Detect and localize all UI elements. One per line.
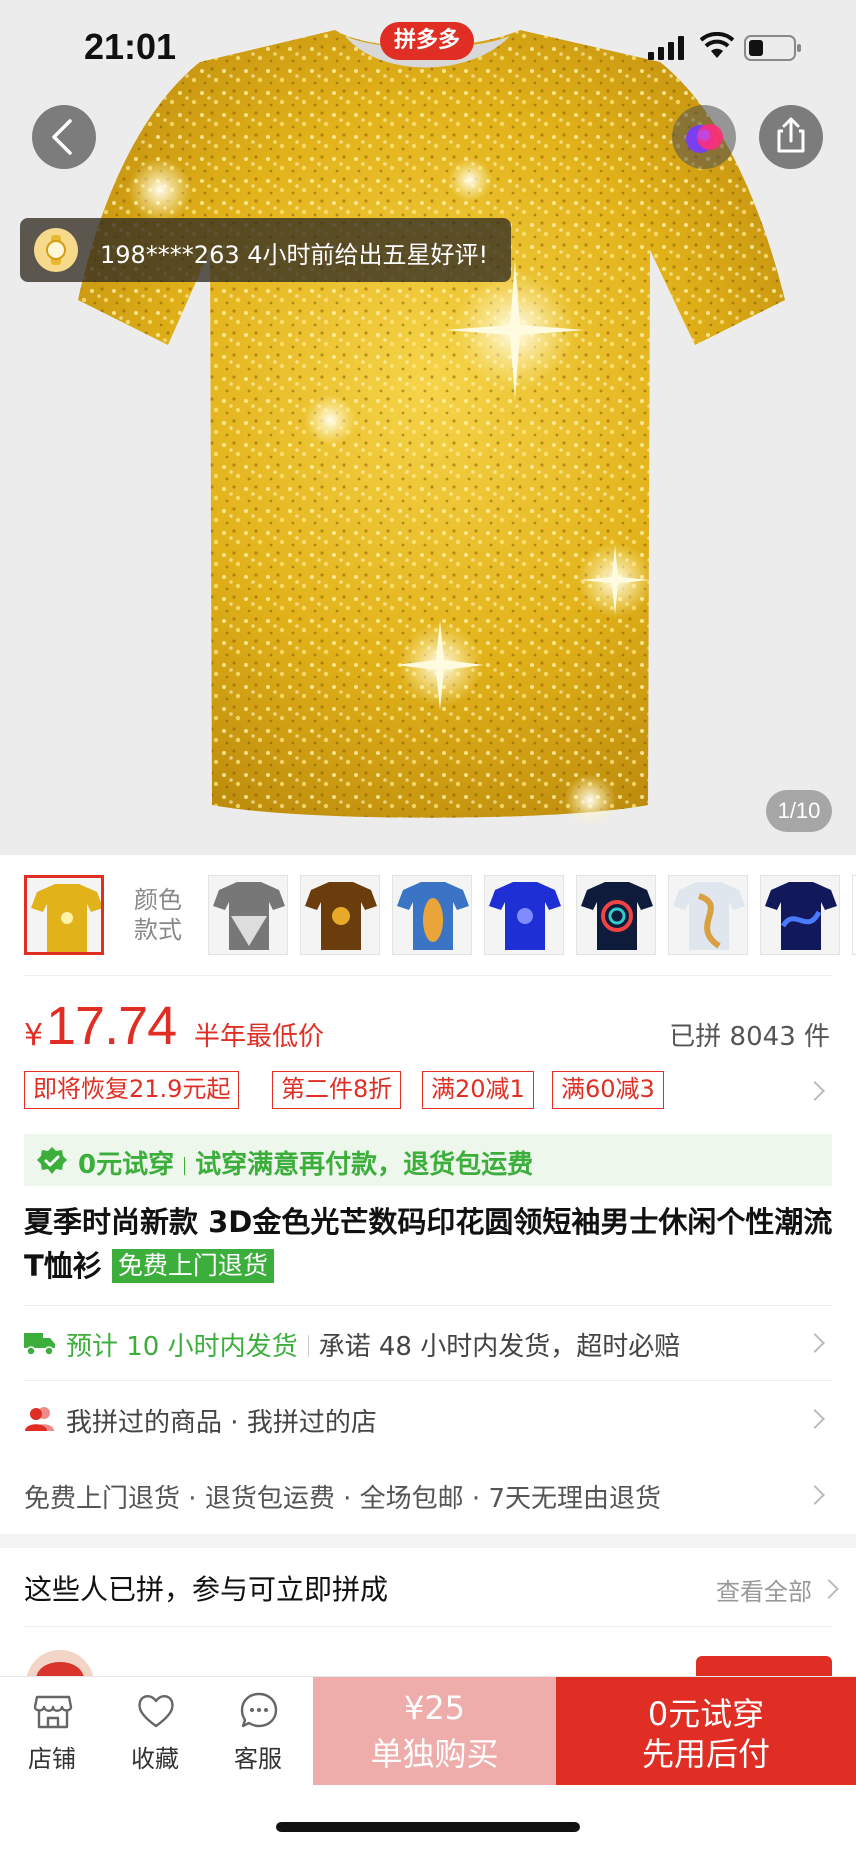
chat-icon bbox=[240, 1692, 278, 1728]
chevron-left-icon bbox=[52, 119, 72, 155]
product-title: 夏季时尚新款 3D金色光芒数码印花圆领短袖男士休闲个性潮流T恤衫 免费上门退货 bbox=[24, 1200, 834, 1288]
status-time: 21:01 bbox=[84, 26, 177, 67]
trial-desc: 试穿满意再付款，退货包运费 bbox=[195, 1150, 534, 1180]
cellular-signal-icon bbox=[648, 36, 684, 60]
tab-favorite[interactable]: 收藏 bbox=[105, 1677, 205, 1785]
variant-thumb-gold-dark[interactable] bbox=[300, 875, 380, 955]
variant-thumb-silver[interactable] bbox=[208, 875, 288, 955]
variant-thumb-blue[interactable] bbox=[484, 875, 564, 955]
service-item: 7天无理由退货 bbox=[488, 1484, 661, 1514]
tab-store[interactable]: 店铺 bbox=[2, 1677, 102, 1785]
home-indicator[interactable] bbox=[276, 1822, 580, 1832]
badge-check-icon bbox=[37, 1147, 67, 1174]
chevron-right-icon[interactable] bbox=[805, 1081, 825, 1101]
product-image-carousel[interactable]: 21:01 拼多多 198****263 4小时前给出五星好评! 1/10 bbox=[0, 0, 856, 855]
service-item: 免费上门退货 bbox=[24, 1484, 181, 1514]
mini-game-button[interactable] bbox=[672, 105, 736, 169]
promo-tag[interactable]: 即将恢复21.9元起 bbox=[24, 1071, 240, 1109]
truck-icon bbox=[24, 1333, 55, 1356]
promo-tag[interactable]: 第二件8折 bbox=[272, 1071, 402, 1109]
shipping-row[interactable]: 预计 10 小时内发货 承诺 48 小时内发货，超时必赔 bbox=[24, 1306, 832, 1380]
divider bbox=[24, 975, 832, 976]
shipping-estimate: 预计 10 小时内发货 bbox=[66, 1332, 298, 1362]
image-counter: 1/10 bbox=[766, 790, 832, 832]
variant-thumb-abstract[interactable] bbox=[668, 875, 748, 955]
promo-tag[interactable]: 满60减3 bbox=[552, 1071, 664, 1109]
variant-thumb-psychedelic[interactable] bbox=[392, 875, 472, 955]
shipping-text: 预计 10 小时内发货 承诺 48 小时内发货，超时必赔 bbox=[66, 1326, 680, 1363]
reviewer-avatar bbox=[34, 228, 78, 272]
divider bbox=[24, 1626, 832, 1627]
view-all-link[interactable]: 查看全部 bbox=[716, 1572, 812, 1607]
chevron-right-icon bbox=[805, 1409, 825, 1429]
try-first-button[interactable]: 0元试穿 先用后付 bbox=[556, 1677, 856, 1785]
watch-icon bbox=[46, 235, 66, 265]
group-heading: 这些人已拼，参与可立即拼成 bbox=[24, 1573, 389, 1606]
chevron-right-icon bbox=[805, 1485, 825, 1505]
review-toast: 198****263 4小时前给出五星好评! bbox=[20, 218, 511, 282]
variant-thumb-more[interactable] bbox=[852, 875, 856, 955]
sold-count: 已拼 8043 件 bbox=[669, 1022, 830, 1052]
share-icon bbox=[777, 117, 805, 153]
tab-customer-service[interactable]: 客服 bbox=[208, 1677, 308, 1785]
services-row[interactable]: 免费上门退货 · 退货包运费 · 全场包邮 · 7天无理由退货 bbox=[24, 1458, 832, 1532]
price-currency: ¥ bbox=[24, 1018, 44, 1053]
brand-badge: 拼多多 bbox=[380, 22, 474, 60]
back-button[interactable] bbox=[32, 105, 96, 169]
trial-banner[interactable]: 0元试穿 试穿满意再付款，退货包运费 bbox=[24, 1134, 832, 1186]
review-toast-text: 198****263 4小时前给出五星好评! bbox=[100, 241, 489, 269]
tab-label: 收藏 bbox=[131, 1745, 179, 1773]
section-gap bbox=[0, 1534, 856, 1548]
buy-alone-price: ¥25 bbox=[403, 1689, 466, 1727]
history-row[interactable]: 我拼过的商品 · 我拼过的店 bbox=[24, 1382, 832, 1456]
variant-thumb-gold[interactable] bbox=[24, 875, 104, 955]
price-value: 17.74 bbox=[46, 996, 177, 1056]
free-return-badge: 免费上门退货 bbox=[111, 1249, 274, 1283]
heart-icon bbox=[138, 1695, 174, 1728]
variant-thumb-swirl[interactable] bbox=[576, 875, 656, 955]
divider bbox=[24, 1380, 832, 1381]
tab-label: 店铺 bbox=[28, 1745, 76, 1773]
colorful-ball-icon bbox=[686, 124, 723, 153]
trial-label: 0元试穿 bbox=[78, 1150, 175, 1180]
variant-selector: 颜色 款式 bbox=[0, 855, 856, 975]
users-icon bbox=[25, 1407, 54, 1431]
services-text: 免费上门退货 · 退货包运费 · 全场包邮 · 7天无理由退货 bbox=[24, 1484, 661, 1514]
service-item: 全场包邮 bbox=[359, 1484, 464, 1514]
service-item: 退货包运费 bbox=[204, 1484, 335, 1514]
buy-alone-label: 单独购买 bbox=[370, 1735, 499, 1773]
battery-icon bbox=[744, 35, 801, 61]
history-text: 我拼过的商品 · 我拼过的店 bbox=[66, 1408, 377, 1438]
history-stores: 我拼过的店 bbox=[246, 1408, 377, 1438]
share-button[interactable] bbox=[759, 105, 823, 169]
chevron-right-icon bbox=[805, 1333, 825, 1353]
variant-label: 颜色 款式 bbox=[134, 886, 182, 944]
promo-tag[interactable]: 满20减1 bbox=[422, 1071, 534, 1109]
price-note: 半年最低价 bbox=[194, 1022, 325, 1052]
store-icon bbox=[33, 1695, 73, 1729]
trial-text: 0元试穿 试穿满意再付款，退货包运费 bbox=[78, 1144, 533, 1181]
wifi-icon bbox=[700, 32, 734, 58]
chevron-right-icon[interactable] bbox=[819, 1579, 839, 1599]
shipping-promise: 承诺 48 小时内发货，超时必赔 bbox=[318, 1332, 681, 1362]
history-items: 我拼过的商品 bbox=[66, 1408, 223, 1438]
try-first-line2: 先用后付 bbox=[641, 1735, 770, 1773]
buy-alone-button[interactable]: ¥25 单独购买 bbox=[313, 1677, 556, 1785]
variant-thumb-navy-wave[interactable] bbox=[760, 875, 840, 955]
tab-label: 客服 bbox=[234, 1745, 282, 1773]
